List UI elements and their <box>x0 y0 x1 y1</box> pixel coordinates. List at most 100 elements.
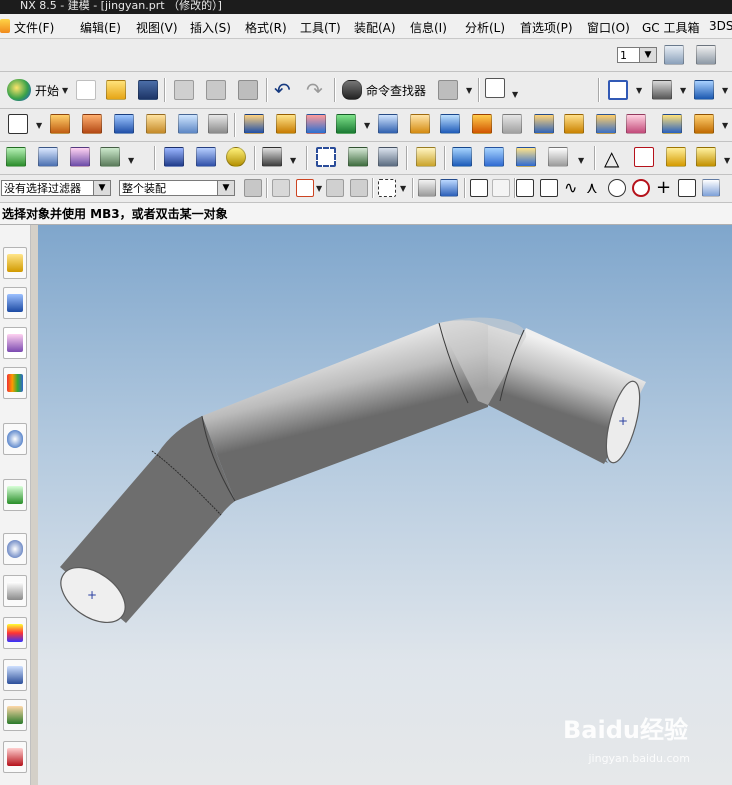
edge-blend-icon[interactable] <box>472 114 492 134</box>
intersection-snap-icon[interactable]: ⋏ <box>586 178 598 197</box>
new-file-icon[interactable] <box>76 80 96 100</box>
select-feature-icon[interactable] <box>316 147 336 167</box>
snap-enable-icon[interactable] <box>470 179 488 197</box>
save-icon[interactable] <box>138 80 158 100</box>
midpoint-snap-icon[interactable] <box>540 179 558 197</box>
system-materials-tab[interactable] <box>3 575 27 607</box>
pmi-icon[interactable] <box>548 147 568 167</box>
reuse-library-tab[interactable] <box>3 367 27 399</box>
menu-information[interactable]: 信息(I) <box>410 19 447 36</box>
chevron-down-icon[interactable]: ▼ <box>128 156 134 165</box>
start-label[interactable]: 开始 <box>35 82 59 99</box>
sweep-icon[interactable] <box>564 114 584 134</box>
copy-layer-icon[interactable] <box>378 147 398 167</box>
add-component-icon[interactable] <box>452 147 472 167</box>
chevron-down-icon[interactable]: ▼ <box>680 86 686 95</box>
redo-icon[interactable]: ↷ <box>306 78 323 102</box>
split-body-icon[interactable] <box>596 114 616 134</box>
drafting-icon[interactable] <box>666 147 686 167</box>
reset-filter-icon[interactable] <box>272 179 290 197</box>
chevron-down-icon[interactable]: ▼ <box>466 86 472 95</box>
synchronous-icon[interactable] <box>662 114 682 134</box>
hole-icon[interactable] <box>146 114 166 134</box>
triangle-icon[interactable]: △ <box>604 146 619 170</box>
menu-3dsc[interactable]: 3DSc <box>709 19 732 33</box>
roles-tab[interactable] <box>3 699 27 731</box>
solid-filter-icon[interactable] <box>440 179 458 197</box>
remove-select-icon[interactable] <box>350 179 368 197</box>
trim-body-icon[interactable] <box>410 114 430 134</box>
body-filter-icon[interactable] <box>418 179 436 197</box>
sketch-icon[interactable] <box>8 114 28 134</box>
assembly-navigator-tab[interactable] <box>3 247 27 279</box>
block-icon[interactable] <box>114 114 134 134</box>
wcs-icon[interactable] <box>100 147 120 167</box>
menu-format[interactable]: 格式(R) <box>245 19 287 36</box>
offset-face-icon[interactable] <box>534 114 554 134</box>
history-palette-tab[interactable] <box>3 533 27 565</box>
draft-icon[interactable] <box>440 114 460 134</box>
pipe-model[interactable]: + + <box>38 225 732 785</box>
web-browser-tab[interactable] <box>3 423 27 455</box>
render-style-icon[interactable] <box>652 80 672 100</box>
constraint-icon[interactable] <box>516 147 536 167</box>
replace-face-icon[interactable] <box>626 114 646 134</box>
select-all-icon[interactable] <box>296 179 314 197</box>
work-layer-select[interactable]: 1 ▼ <box>617 47 657 63</box>
start-icon[interactable] <box>7 79 31 101</box>
chevron-down-icon[interactable]: ▼ <box>290 156 296 165</box>
revolve-icon[interactable] <box>82 114 102 134</box>
chevron-down-icon[interactable]: ▼ <box>36 121 42 130</box>
bend-icon[interactable] <box>694 114 714 134</box>
undo-icon[interactable]: ↶ <box>274 78 291 102</box>
process-studio-tab[interactable] <box>3 617 27 649</box>
menu-view[interactable]: 视图(V) <box>136 19 178 36</box>
extrude-icon[interactable] <box>50 114 70 134</box>
point-on-face-snap-icon[interactable] <box>702 179 720 197</box>
menu-file[interactable]: 文件(F) <box>14 19 54 36</box>
thread-icon[interactable] <box>208 114 228 134</box>
boss-icon[interactable] <box>178 114 198 134</box>
chevron-down-icon[interactable]: ▼ <box>722 121 728 130</box>
mirror-feature-icon[interactable] <box>306 114 326 134</box>
menu-edit[interactable]: 编辑(E) <box>80 19 121 36</box>
spring-icon[interactable] <box>164 147 184 167</box>
endpoint-snap-icon[interactable] <box>516 179 534 197</box>
graphics-window[interactable]: + + Baidu经验 jingyan.baidu.com <box>38 225 732 785</box>
cut-icon[interactable] <box>174 80 194 100</box>
check-geometry-icon[interactable] <box>6 147 26 167</box>
paste-icon[interactable] <box>238 80 258 100</box>
shell-icon[interactable] <box>378 114 398 134</box>
arc-center-snap-icon[interactable] <box>608 179 626 197</box>
start-dropdown-icon[interactable]: ▼ <box>62 86 68 95</box>
assembly-navigator-icon[interactable] <box>38 147 58 167</box>
table-icon[interactable] <box>634 147 654 167</box>
type-filter-select[interactable]: 没有选择过滤器 ▼ <box>1 180 111 196</box>
tag-icon[interactable] <box>416 147 436 167</box>
pattern-icon[interactable] <box>276 114 296 134</box>
selection-scope-select[interactable]: 整个装配 ▼ <box>119 180 235 196</box>
datum-plane-icon[interactable] <box>244 114 264 134</box>
menu-analysis[interactable]: 分析(L) <box>465 19 505 36</box>
gear-icon[interactable] <box>226 147 246 167</box>
info-window-icon[interactable] <box>485 78 505 98</box>
menu-assemblies[interactable]: 装配(A) <box>354 19 396 36</box>
unite-icon[interactable] <box>336 114 356 134</box>
chevron-down-icon[interactable]: ▼ <box>578 156 584 165</box>
constraint-navigator-tab[interactable] <box>3 287 27 319</box>
menu-gc-toolbox[interactable]: GC 工具箱 <box>642 19 700 36</box>
open-folder-icon[interactable] <box>106 80 126 100</box>
manufacturing-wizard-tab[interactable] <box>3 659 27 691</box>
touch-mode-icon[interactable] <box>438 80 458 100</box>
system-scene-tab[interactable] <box>3 741 27 773</box>
move-to-layer-icon[interactable] <box>696 45 716 65</box>
rectangle-select-icon[interactable] <box>378 179 396 197</box>
binoculars-icon[interactable] <box>342 80 362 100</box>
chevron-down-icon[interactable]: ▼ <box>512 90 518 99</box>
copy-icon[interactable] <box>206 80 226 100</box>
chevron-down-icon[interactable]: ▼ <box>722 86 728 95</box>
chamfer-icon[interactable] <box>502 114 522 134</box>
menu-tools[interactable]: 工具(T) <box>300 19 341 36</box>
part-family-icon[interactable] <box>696 147 716 167</box>
chevron-down-icon[interactable]: ▼ <box>316 184 322 193</box>
